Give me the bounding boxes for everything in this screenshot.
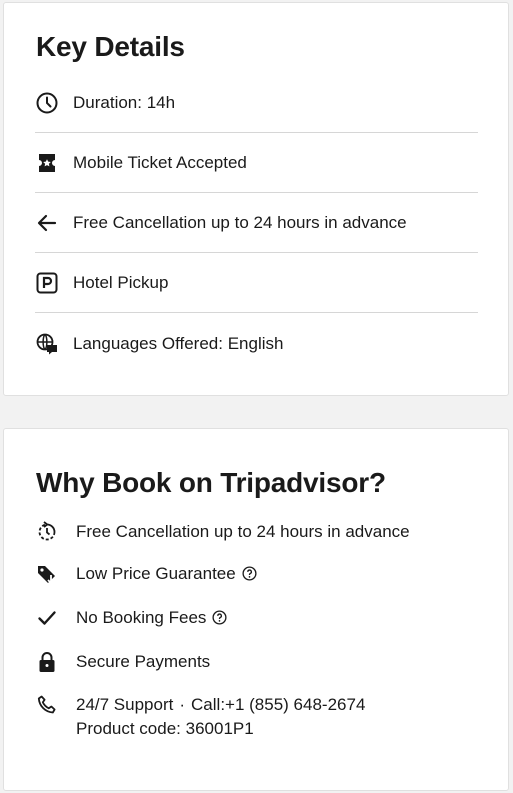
price-tag-icon xyxy=(35,562,59,586)
why-book-title: Why Book on Tripadvisor? xyxy=(36,467,386,498)
why-support-text: 24/7 Support · Call:+1 (855) 648-2674 Prod… xyxy=(76,693,365,741)
parking-icon xyxy=(35,271,59,295)
detail-free-cancellation-label: Free Cancellation up to 24 hours in adva… xyxy=(73,212,407,232)
why-free-cancellation-label: Free Cancellation up to 24 hours in adva… xyxy=(76,522,410,541)
help-icon[interactable] xyxy=(212,609,227,625)
why-low-price: Low Price Guarantee xyxy=(35,562,257,586)
lock-icon xyxy=(35,650,59,674)
detail-mobile-ticket: Mobile Ticket Accepted xyxy=(35,133,478,193)
support-phone-link[interactable]: Call:+1 (855) 648-2674 xyxy=(191,695,365,714)
detail-mobile-ticket-label: Mobile Ticket Accepted xyxy=(73,152,247,172)
globe-chat-icon xyxy=(35,332,59,356)
product-code: Product code: 36001P1 xyxy=(76,719,254,738)
why-secure-payments: Secure Payments xyxy=(35,650,210,674)
key-details-title: Key Details xyxy=(36,31,185,62)
detail-free-cancellation: Free Cancellation up to 24 hours in adva… xyxy=(35,193,478,253)
why-secure-payments-label: Secure Payments xyxy=(76,652,211,671)
help-icon[interactable] xyxy=(242,565,257,581)
detail-languages-label: Languages Offered: English xyxy=(73,334,284,353)
why-support: 24/7 Support · Call:+1 (855) 648-2674 Prod… xyxy=(35,693,365,741)
why-book-card: Why Book on Tripadvisor? Free Cancellati… xyxy=(3,428,509,791)
detail-hotel-pickup-label: Hotel Pickup xyxy=(73,272,169,292)
key-details-card: Key Details Duration: 14h Mobile Ticket … xyxy=(3,2,509,396)
why-low-price-text: Low Price Guarantee xyxy=(76,562,257,586)
why-no-fees: No Booking Fees xyxy=(35,606,227,630)
why-low-price-label: Low Price Guarantee xyxy=(76,564,236,583)
ticket-icon xyxy=(35,151,59,175)
phone-icon xyxy=(35,693,59,717)
support-separator: · xyxy=(179,695,186,714)
arrow-left-icon xyxy=(35,211,59,235)
detail-languages: Languages Offered: English xyxy=(35,314,478,374)
detail-duration: Duration: 14h xyxy=(35,73,478,133)
detail-duration-label: Duration: 14h xyxy=(73,92,176,112)
why-free-cancellation: Free Cancellation up to 24 hours in adva… xyxy=(35,520,410,544)
support-label: 24/7 Support xyxy=(76,695,174,714)
detail-hotel-pickup: Hotel Pickup xyxy=(35,253,478,313)
refresh-clock-icon xyxy=(35,520,59,544)
clock-icon xyxy=(35,91,59,115)
why-no-fees-label: No Booking Fees xyxy=(76,608,207,627)
why-no-fees-text: No Booking Fees xyxy=(76,606,227,630)
checkmark-icon xyxy=(35,606,59,630)
